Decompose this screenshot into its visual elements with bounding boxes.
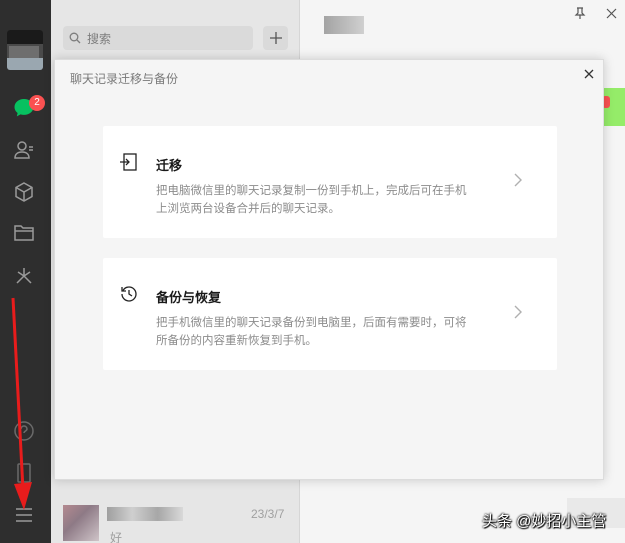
backup-restore-icon: [119, 284, 141, 306]
window-close-icon[interactable]: [606, 6, 617, 24]
nav-sidebar: 2: [0, 0, 51, 543]
pin-icon[interactable]: [574, 6, 586, 24]
migrate-title: 迁移: [156, 158, 183, 173]
close-icon[interactable]: [581, 66, 597, 82]
watermark: 头条 @妙招小主管: [482, 513, 607, 530]
unread-badge: 2: [29, 95, 45, 111]
backup-restore-description: 把手机微信里的聊天记录备份到电脑里，后面有需要时，可将所备份的内容重新恢复到手机…: [156, 317, 467, 347]
backup-restore-title: 备份与恢复: [156, 290, 222, 305]
migrate-icon: [119, 152, 141, 174]
moments-icon[interactable]: [12, 264, 36, 288]
chevron-right-icon: [513, 304, 523, 325]
search-icon: [69, 31, 81, 49]
migrate-description: 把电脑微信里的聊天记录复制一份到手机上，完成后可在手机上浏览两台设备合并后的聊天…: [156, 185, 467, 215]
menu-icon[interactable]: [12, 503, 36, 527]
migrate-option[interactable]: 迁移 把电脑微信里的聊天记录复制一份到手机上，完成后可在手机上浏览两台设备合并后…: [103, 126, 557, 238]
chat-avatar-blurred: [63, 505, 99, 541]
backup-restore-option[interactable]: 备份与恢复 把手机微信里的聊天记录备份到电脑里，后面有需要时，可将所备份的内容重…: [103, 258, 557, 370]
search-input[interactable]: 搜索: [63, 26, 253, 50]
chat-name-blurred: [107, 507, 183, 521]
mini-program-icon[interactable]: [12, 419, 36, 443]
contacts-icon[interactable]: [12, 138, 36, 162]
chat-item-preview: 好: [110, 531, 123, 543]
search-placeholder: 搜索: [87, 32, 112, 46]
add-button[interactable]: [263, 26, 288, 50]
files-icon[interactable]: [12, 221, 36, 245]
phone-icon[interactable]: [12, 461, 36, 485]
avatar[interactable]: [7, 30, 43, 70]
chat-item-date: 23/3/7: [251, 507, 285, 521]
chat-header-name-blurred: [324, 16, 364, 34]
favorites-icon[interactable]: [12, 180, 36, 204]
chevron-right-icon: [513, 172, 523, 193]
dialog-title: 聊天记录迁移与备份: [70, 72, 179, 86]
chat-backup-dialog: 聊天记录迁移与备份 迁移 把电脑微信里的聊天记录复制一份到手机上，完成后可在手机…: [54, 59, 604, 480]
